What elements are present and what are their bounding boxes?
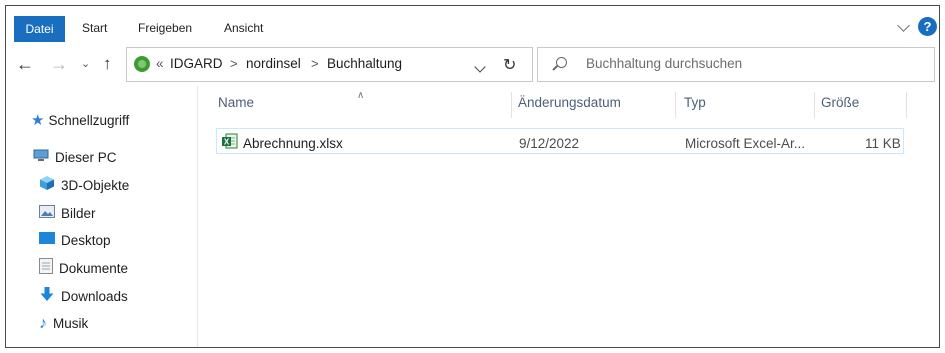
file-date: 9/12/2022 bbox=[519, 136, 580, 151]
search-icon bbox=[556, 57, 567, 68]
navigation-pane: ★ Schnellzugriff Dieser PC 3D-Objekte Bil… bbox=[6, 86, 196, 347]
file-name[interactable]: Abrechnung.xlsx bbox=[243, 136, 343, 151]
column-header-type[interactable]: Typ bbox=[684, 95, 706, 110]
sidebar-item-label: Musik bbox=[53, 316, 89, 331]
sort-ascending-icon: ∧ bbox=[357, 90, 365, 101]
column-header-name[interactable]: Name bbox=[218, 95, 254, 110]
sidebar-item-label: Dieser PC bbox=[55, 150, 117, 165]
sidebar-item-downloads[interactable]: Downloads bbox=[39, 286, 128, 308]
sidebar-item-label: Bilder bbox=[61, 206, 96, 221]
computer-icon bbox=[33, 147, 49, 169]
tab-freigeben[interactable]: Freigeben bbox=[138, 16, 192, 40]
sidebar-item-label: Schnellzugriff bbox=[48, 113, 130, 128]
cube-icon bbox=[39, 175, 55, 198]
tab-start[interactable]: Start bbox=[82, 16, 107, 40]
refresh-icon[interactable]: ↻ bbox=[503, 55, 516, 75]
sidebar-item-desktop[interactable]: Desktop bbox=[39, 230, 111, 252]
sidebar-item-label: 3D-Objekte bbox=[61, 178, 130, 194]
excel-file-icon: X bbox=[222, 133, 238, 149]
sidebar-item-label: Dokumente bbox=[59, 261, 129, 277]
sidebar-item-musik[interactable]: ♪ Musik bbox=[39, 313, 88, 335]
file-type: Microsoft Excel-Ar... bbox=[685, 136, 806, 151]
column-divider[interactable] bbox=[511, 92, 512, 118]
file-explorer-window: Datei Start Freigeben Ansicht ? ← → ⌄ ↑ … bbox=[5, 5, 940, 348]
ribbon-bar: Datei Start Freigeben Ansicht ? bbox=[6, 6, 939, 43]
svg-text:X: X bbox=[224, 138, 230, 147]
breadcrumb-idgard[interactable]: IDGARD bbox=[170, 56, 223, 71]
sidebar-item-label: Downloads bbox=[61, 289, 128, 305]
breadcrumb-separator-icon[interactable]: > bbox=[311, 56, 319, 71]
breadcrumb-buchhaltung[interactable]: Buchhaltung bbox=[327, 56, 402, 71]
documents-icon bbox=[39, 258, 53, 281]
star-icon: ★ bbox=[31, 112, 45, 130]
sidebar-item-dokumente[interactable]: Dokumente bbox=[39, 258, 128, 280]
breadcrumb-nordinsel[interactable]: nordinsel bbox=[246, 56, 301, 71]
sidebar-item-3d-objekte[interactable]: 3D-Objekte bbox=[39, 175, 129, 197]
sidebar-item-schnellzugriff[interactable]: ★ Schnellzugriff bbox=[31, 110, 129, 132]
download-arrow-icon bbox=[39, 286, 55, 309]
column-divider[interactable] bbox=[906, 92, 907, 118]
column-divider[interactable] bbox=[814, 92, 815, 118]
column-header-size[interactable]: Größe bbox=[821, 95, 859, 110]
breadcrumb-separator-icon[interactable]: > bbox=[230, 56, 238, 71]
file-size: 11 KB bbox=[865, 136, 901, 151]
sidebar-item-dieser-pc[interactable]: Dieser PC bbox=[33, 147, 117, 169]
network-location-icon bbox=[134, 56, 150, 72]
address-bar[interactable]: « IDGARD > nordinsel > Buchhaltung bbox=[126, 47, 533, 82]
column-divider[interactable] bbox=[675, 92, 676, 118]
search-input[interactable]: Buchhaltung durchsuchen bbox=[586, 56, 742, 71]
pane-divider[interactable] bbox=[197, 86, 198, 347]
music-note-icon: ♪ bbox=[39, 315, 47, 333]
tab-ansicht[interactable]: Ansicht bbox=[224, 16, 263, 40]
up-arrow-icon[interactable]: ↑ bbox=[103, 54, 112, 74]
address-overflow[interactable]: « bbox=[156, 56, 164, 71]
column-header-date[interactable]: Änderungsdatum bbox=[518, 95, 621, 110]
recent-locations-chevron-icon[interactable]: ⌄ bbox=[81, 57, 90, 70]
tab-datei[interactable]: Datei bbox=[14, 16, 65, 42]
ribbon-expand-chevron-icon[interactable] bbox=[897, 19, 910, 32]
search-box[interactable]: Buchhaltung durchsuchen bbox=[537, 47, 935, 82]
back-arrow-icon[interactable]: ← bbox=[16, 54, 34, 75]
desktop-icon bbox=[39, 230, 55, 252]
sidebar-item-bilder[interactable]: Bilder bbox=[39, 203, 96, 225]
help-icon[interactable]: ? bbox=[918, 17, 937, 36]
forward-arrow-icon[interactable]: → bbox=[50, 54, 68, 75]
pictures-icon bbox=[39, 203, 55, 225]
sidebar-item-label: Desktop bbox=[61, 233, 111, 248]
